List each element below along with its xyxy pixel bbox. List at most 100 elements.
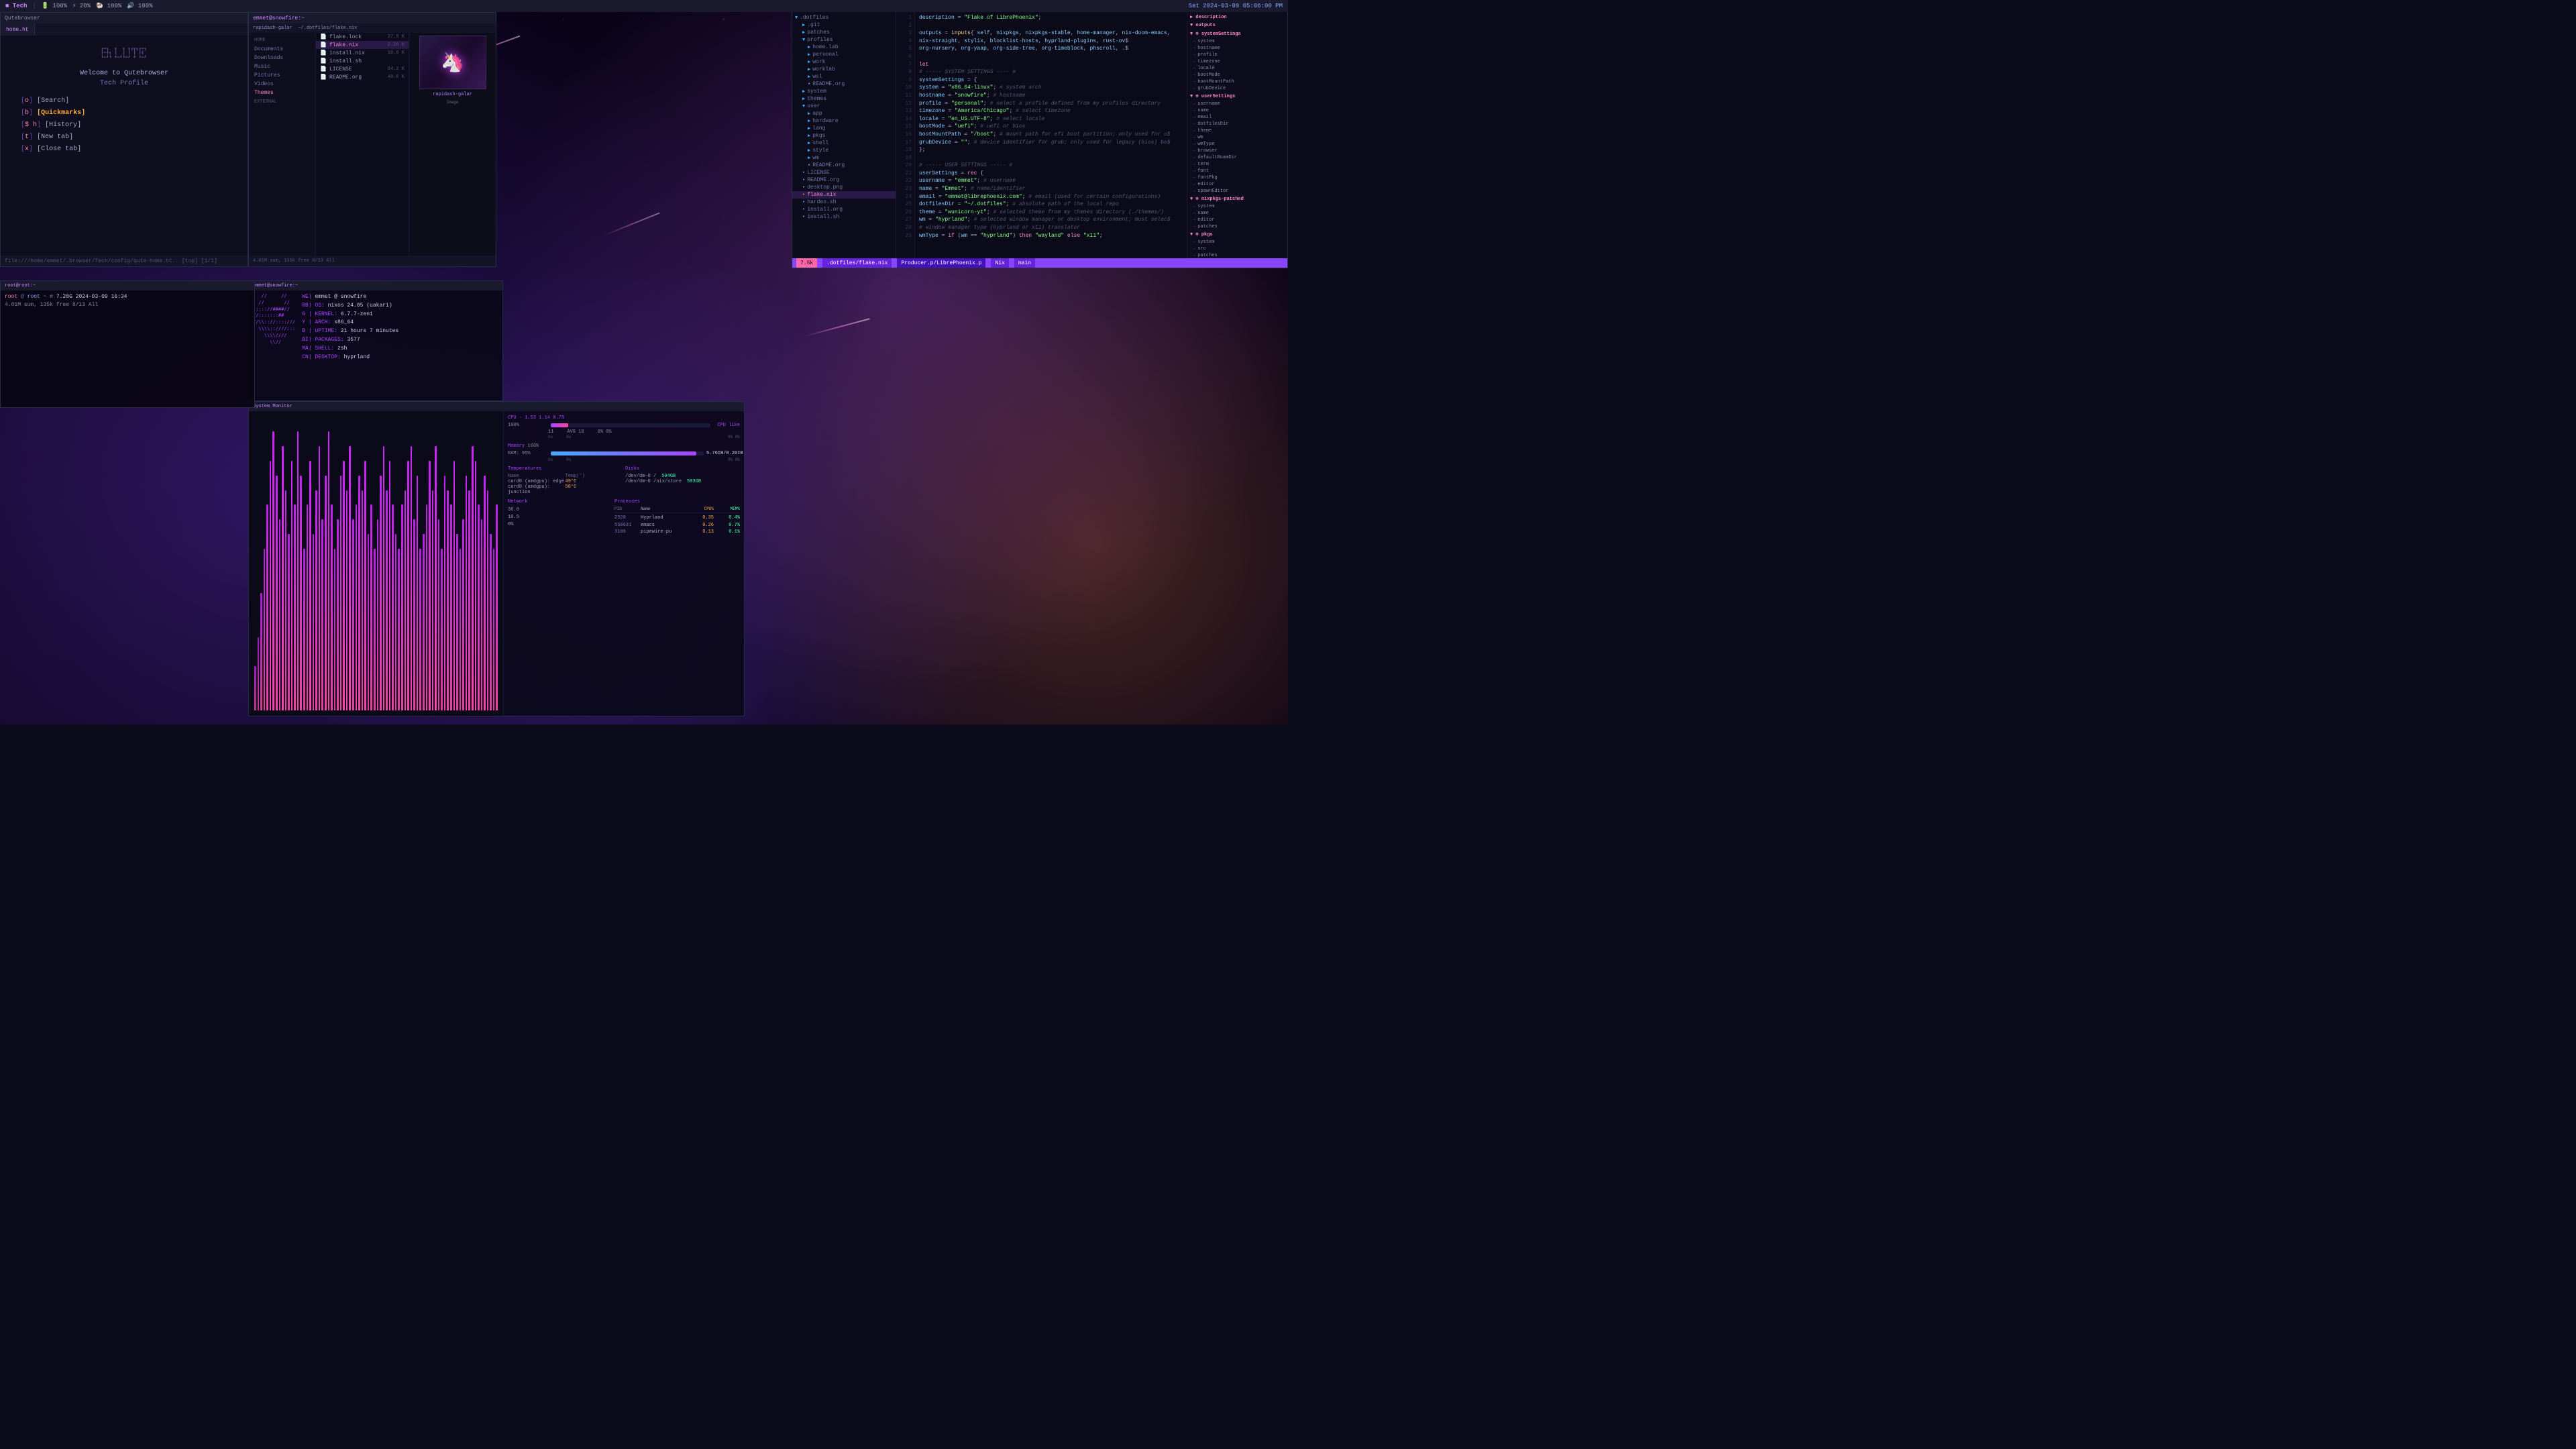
ftree-wm[interactable]: ▶ wm bbox=[792, 154, 896, 162]
ftree-patches-icon: ▶ bbox=[802, 30, 805, 36]
cava-bar-item bbox=[270, 461, 272, 710]
ftree-desktop[interactable]: • desktop.png bbox=[792, 184, 896, 191]
fm-file-readme[interactable]: 📄 README.org 40.6 K bbox=[316, 73, 409, 81]
ftree-pkgs[interactable]: ▶ pkgs bbox=[792, 132, 896, 140]
ftree-work-icon: ▶ bbox=[808, 59, 810, 65]
rpanel-profile[interactable]: → profile bbox=[1187, 52, 1287, 58]
fm-file-icon-license: 📄 bbox=[320, 66, 327, 72]
ftree-wsl[interactable]: ▶ wsl bbox=[792, 73, 896, 80]
ftree-patches[interactable]: ▶ patches bbox=[792, 29, 896, 36]
qute-menu-quickmarks[interactable]: [b] [Quickmarks] bbox=[21, 107, 241, 119]
rpanel-nixpkgs-name[interactable]: → name bbox=[1187, 210, 1287, 217]
rpanel-fontpkg[interactable]: → fontPkg bbox=[1187, 174, 1287, 181]
rpanel-timezone[interactable]: → timezone bbox=[1187, 58, 1287, 65]
fm-file-installnix[interactable]: 📄 install.nix 10.6 K bbox=[316, 49, 409, 57]
ftree-readme-user[interactable]: • README.org bbox=[792, 162, 896, 169]
rpanel-wmtype[interactable]: → wmType bbox=[1187, 141, 1287, 148]
rpanel-system[interactable]: → system bbox=[1187, 38, 1287, 45]
ftree-system[interactable]: ▶ system bbox=[792, 88, 896, 95]
rpanel-email[interactable]: → email bbox=[1187, 114, 1287, 121]
code-line-2 bbox=[919, 22, 1183, 30]
ftree-desktop-icon: • bbox=[802, 185, 805, 191]
cava-bar-item bbox=[358, 476, 360, 710]
cava-bar-item bbox=[297, 431, 299, 710]
rpanel-dotfilesdir[interactable]: → dotfilesDir bbox=[1187, 121, 1287, 127]
ftree-readme-profiles[interactable]: • README.org bbox=[792, 80, 896, 88]
fm-main: 📄 flake.lock 27.5 K 📄 flake.nix 2.26 K 📄… bbox=[316, 33, 409, 256]
rpanel-grubdevice[interactable]: → grubDevice bbox=[1187, 85, 1287, 92]
ftree-user[interactable]: ▼ user bbox=[792, 103, 896, 110]
fm-sidebar-music[interactable]: Music bbox=[249, 62, 315, 71]
ftree-installorg[interactable]: • install.org bbox=[792, 206, 896, 213]
fm-file-installsh[interactable]: 📄 install.sh bbox=[316, 57, 409, 65]
cava-bar-item bbox=[303, 549, 305, 710]
rpanel-nixpkgs-system[interactable]: → system bbox=[1187, 203, 1287, 210]
rpanel-browser[interactable]: → browser bbox=[1187, 148, 1287, 154]
fm-sidebar-themes[interactable]: Themes bbox=[249, 89, 315, 97]
fm-file-flakelock[interactable]: 📄 flake.lock 27.5 K bbox=[316, 33, 409, 41]
rpanel-username[interactable]: → username bbox=[1187, 101, 1287, 107]
memory-value: 5.76IB/8.20IB bbox=[706, 451, 740, 456]
rpanel-nixpkgs-editor[interactable]: → editor bbox=[1187, 217, 1287, 223]
fm-sidebar-downloads[interactable]: Downloads bbox=[249, 54, 315, 62]
ftree-homelab[interactable]: ▶ home.lab bbox=[792, 44, 896, 51]
ftree-themes[interactable]: ▶ themes bbox=[792, 95, 896, 103]
ftree-harden[interactable]: • harden.sh bbox=[792, 199, 896, 206]
ftree-installsh[interactable]: • install.sh bbox=[792, 213, 896, 221]
cava-bar-item bbox=[321, 519, 323, 710]
cpu-bar-fill bbox=[551, 423, 568, 427]
fm-file-license[interactable]: 📄 LICENSE 34.2 K bbox=[316, 65, 409, 73]
neofetch-ascii-art: // // // // :::://####// //:::::::## //\… bbox=[253, 293, 295, 398]
rpanel-editor[interactable]: → editor bbox=[1187, 181, 1287, 188]
ftree-shell[interactable]: ▶ shell bbox=[792, 140, 896, 147]
fm-sidebar-documents[interactable]: Documents bbox=[249, 45, 315, 54]
rpanel-bootmountpath[interactable]: → bootMountPath bbox=[1187, 78, 1287, 85]
ftree-hardware[interactable]: ▶ hardware bbox=[792, 117, 896, 125]
rpanel-pkgs-patches[interactable]: → patches bbox=[1187, 252, 1287, 258]
qute-menu-history[interactable]: [$ h] [History] bbox=[21, 119, 241, 131]
ftree-license[interactable]: • LICENSE bbox=[792, 169, 896, 176]
cava-bar-item bbox=[380, 476, 382, 710]
rpanel-hostname[interactable]: → hostname bbox=[1187, 45, 1287, 52]
fm-file-flakenix[interactable]: 📄 flake.nix 2.26 K bbox=[316, 41, 409, 49]
ftree-worklab[interactable]: ▶ worklab bbox=[792, 66, 896, 73]
rpanel-name[interactable]: → name bbox=[1187, 107, 1287, 114]
rpanel-wm[interactable]: → wm bbox=[1187, 134, 1287, 141]
rpanel-pkgs-system[interactable]: → system bbox=[1187, 239, 1287, 246]
cava-bar-item bbox=[307, 504, 309, 710]
ftree-style[interactable]: ▶ style bbox=[792, 147, 896, 154]
rpanel-bootmode[interactable]: → bootMode bbox=[1187, 72, 1287, 78]
fm-sidebar-videos[interactable]: Videos bbox=[249, 80, 315, 89]
cava-bar-item bbox=[496, 504, 498, 710]
ftree-app-icon: ▶ bbox=[808, 111, 810, 117]
rpanel-font[interactable]: → font bbox=[1187, 168, 1287, 174]
cava-bar-item bbox=[254, 666, 256, 710]
ftree-lang[interactable]: ▶ lang bbox=[792, 125, 896, 132]
ftree-work[interactable]: ▶ work bbox=[792, 58, 896, 66]
ftree-app[interactable]: ▶ app bbox=[792, 110, 896, 117]
rpanel-spawneditor[interactable]: → spawnEditor bbox=[1187, 188, 1287, 195]
rpanel-section-nixpkgs: ▼ ⊕ nixpkgs-patched bbox=[1187, 195, 1287, 203]
code-line-10: system = "x86_64-linux"; # system arch bbox=[919, 84, 1183, 92]
ftree-personal[interactable]: ▶ personal bbox=[792, 51, 896, 58]
rpanel-nixpkgs-patches[interactable]: → patches bbox=[1187, 223, 1287, 230]
qute-menu-closetab[interactable]: [x] [Close tab] bbox=[21, 144, 241, 156]
ftree-flakenix[interactable]: • flake.nix bbox=[792, 191, 896, 199]
rpanel-term[interactable]: → term bbox=[1187, 161, 1287, 168]
rpanel-pkgs-src[interactable]: → src bbox=[1187, 246, 1287, 252]
qute-menu-search[interactable]: [o] [Search] bbox=[21, 95, 241, 107]
qute-menu-newtab[interactable]: [t] [New tab] bbox=[21, 131, 241, 144]
rpanel-defaultroamdir[interactable]: → defaultRoamDir bbox=[1187, 154, 1287, 161]
fm-sidebar-pictures[interactable]: Pictures bbox=[249, 71, 315, 80]
ftree-file-icon: • bbox=[808, 82, 810, 87]
ftree-profiles[interactable]: ▼ profiles bbox=[792, 36, 896, 44]
rpanel-theme[interactable]: → theme bbox=[1187, 127, 1287, 134]
ftree-user-icon: ▼ bbox=[802, 104, 805, 109]
cava-bar-item bbox=[419, 549, 421, 710]
qutebrowser-tab-active[interactable]: home.ht bbox=[1, 23, 35, 36]
rpanel-locale[interactable]: → locale bbox=[1187, 65, 1287, 72]
ftree-readme[interactable]: • README.org bbox=[792, 176, 896, 184]
editor-code-content[interactable]: description = "Flake of LibrePhoenix"; o… bbox=[915, 11, 1187, 258]
neofetch-terminal: emmet@snowfire:~ // // // // :::://####/… bbox=[248, 280, 503, 401]
ftree-git[interactable]: ▶ .git bbox=[792, 21, 896, 29]
